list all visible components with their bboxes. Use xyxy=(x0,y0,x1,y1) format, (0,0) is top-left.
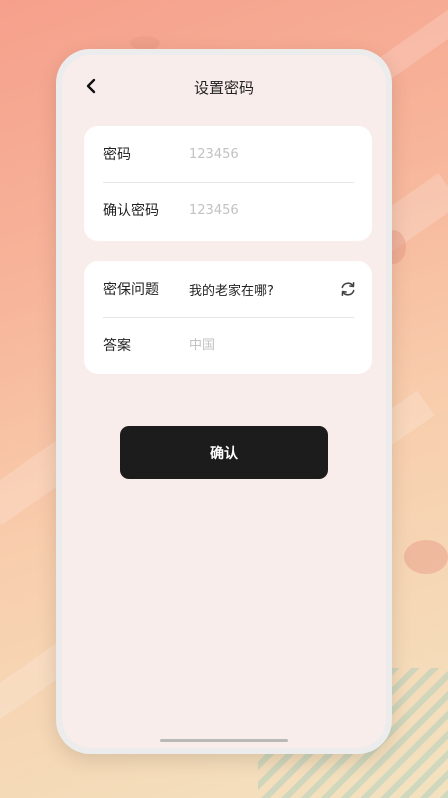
answer-input[interactable] xyxy=(189,337,339,353)
phone-frame: 设置密码 密码 确认密码 密保问题 我的老家在哪? xyxy=(56,49,392,754)
security-question-value: 我的老家在哪? xyxy=(189,283,274,299)
answer-row: 答案 xyxy=(84,317,372,373)
security-question-row[interactable]: 密保问题 我的老家在哪? xyxy=(84,261,372,317)
answer-label: 答案 xyxy=(103,338,131,354)
nav-bar: 设置密码 xyxy=(62,55,386,121)
bg-dot xyxy=(130,36,160,50)
refresh-icon[interactable] xyxy=(339,280,357,298)
confirm-password-row: 确认密码 xyxy=(84,182,372,238)
screen: 设置密码 密码 确认密码 密保问题 我的老家在哪? xyxy=(62,55,386,748)
page-title: 设置密码 xyxy=(193,79,254,97)
security-question-label: 密保问题 xyxy=(103,282,159,298)
password-input[interactable] xyxy=(189,146,339,162)
security-card: 密保问题 我的老家在哪? 答案 xyxy=(84,261,372,374)
confirm-password-label: 确认密码 xyxy=(103,203,159,219)
password-card: 密码 确认密码 xyxy=(84,126,372,241)
home-indicator xyxy=(160,739,288,742)
confirm-password-input[interactable] xyxy=(189,202,339,218)
password-row: 密码 xyxy=(84,126,372,182)
bg-dot xyxy=(404,540,448,574)
confirm-button[interactable]: 确认 xyxy=(120,426,328,479)
password-label: 密码 xyxy=(103,147,131,163)
